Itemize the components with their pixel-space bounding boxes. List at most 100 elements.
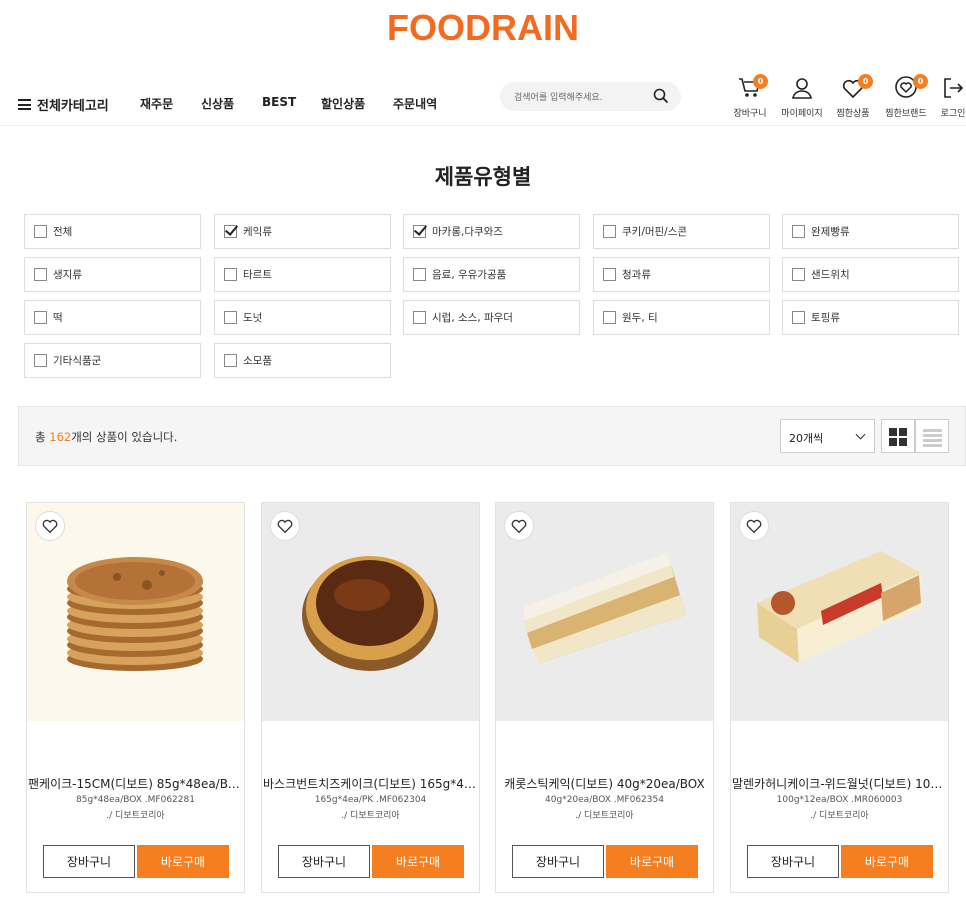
product-name[interactable]: 말렌카허니케이크-위드월넛(디보트) 100g*12ea/BOX: [731, 775, 948, 792]
filter-option[interactable]: 도넛: [214, 300, 391, 335]
checkbox-checked[interactable]: [413, 225, 426, 238]
filter-label: 도넛: [243, 312, 263, 324]
per-page-value: 20개씩: [789, 432, 824, 445]
search-icon[interactable]: [653, 88, 669, 108]
list-icon: [923, 429, 942, 449]
filter-label: 생지류: [53, 269, 82, 281]
filter-option[interactable]: 타르트: [214, 257, 391, 292]
buy-now-button[interactable]: 바로구매: [606, 845, 698, 878]
nav-best[interactable]: BEST: [262, 95, 296, 109]
header-mypage[interactable]: 마이페이지: [780, 76, 824, 119]
grid-icon: [889, 428, 908, 446]
wishlist-heart-icon[interactable]: [739, 511, 769, 541]
filter-label: 쿠키/머핀/스콘: [622, 226, 688, 238]
mypage-label: 마이페이지: [781, 109, 823, 119]
main-nav: 전체카테고리 재주문 신상품 BEST 할인상품 주문내역 검색어를 입력해주세…: [0, 72, 966, 126]
checkbox[interactable]: [224, 268, 237, 281]
grid-view-button[interactable]: [881, 419, 915, 453]
header-wishlist[interactable]: 0 찜한상품: [834, 74, 873, 119]
checkbox[interactable]: [792, 225, 805, 238]
filter-option[interactable]: 원두, 티: [593, 300, 770, 335]
filter-label: 청과류: [622, 269, 651, 281]
checkbox[interactable]: [413, 268, 426, 281]
product-card[interactable]: 말렌카허니케이크-위드월넛(디보트) 100g*12ea/BOX 100g*12e…: [730, 502, 949, 893]
checkbox[interactable]: [34, 225, 47, 238]
checkbox[interactable]: [224, 311, 237, 324]
product-card[interactable]: 캐롯스틱케익(디보트) 40g*20ea/BOX 40g*20ea/BOX .MF…: [495, 502, 714, 893]
result-count: 162: [49, 430, 72, 444]
checkbox[interactable]: [792, 311, 805, 324]
nav-sale[interactable]: 할인상품: [321, 95, 365, 112]
filter-option[interactable]: 완제빵류: [782, 214, 959, 249]
filter-label: 마카롱,다쿠와즈: [432, 226, 503, 238]
filter-label: 시럽, 소스, 파우더: [432, 312, 513, 324]
filter-option[interactable]: 토핑류: [782, 300, 959, 335]
add-to-cart-button[interactable]: 장바구니: [43, 845, 135, 878]
header-login[interactable]: 로그인: [938, 76, 966, 119]
filter-option[interactable]: 전체: [24, 214, 201, 249]
product-name[interactable]: 캐롯스틱케익(디보트) 40g*20ea/BOX: [496, 775, 713, 792]
filter-option[interactable]: 마카롱,다쿠와즈: [403, 214, 580, 249]
add-to-cart-button[interactable]: 장바구니: [747, 845, 839, 878]
filter-option[interactable]: 음료, 우유가공품: [403, 257, 580, 292]
checkbox[interactable]: [603, 311, 616, 324]
login-icon: [942, 77, 964, 102]
filter-label: 케익류: [243, 226, 272, 238]
filter-option[interactable]: 시럽, 소스, 파우더: [403, 300, 580, 335]
product-brand: ./ 디보트코리아: [106, 811, 165, 821]
checkbox[interactable]: [603, 268, 616, 281]
filter-label: 완제빵류: [811, 226, 850, 238]
buy-now-button[interactable]: 바로구매: [372, 845, 464, 878]
wishlist-heart-icon[interactable]: [504, 511, 534, 541]
filter-option[interactable]: 쿠키/머핀/스콘: [593, 214, 770, 249]
header-cart[interactable]: 0 장바구니: [731, 74, 769, 119]
login-label: 로그인: [940, 109, 966, 119]
logo[interactable]: FOODRAIN: [0, 8, 966, 48]
wishlist-badge: 0: [858, 74, 873, 89]
product-card[interactable]: 바스크번트치즈케이크(디보트) 165g*4ea/PK 165g*4ea/PK .…: [261, 502, 480, 893]
wishlist-heart-icon[interactable]: [270, 511, 300, 541]
filter-option[interactable]: 샌드위치: [782, 257, 959, 292]
add-to-cart-button[interactable]: 장바구니: [278, 845, 370, 878]
product-spec: 165g*4ea/PK .MF062304: [314, 795, 427, 805]
result-summary-bar: 총 162개의 상품이 있습니다. 20개씩: [18, 406, 966, 466]
product-name[interactable]: 팬케이크-15CM(디보트) 85g*48ea/BOX: [27, 775, 244, 792]
buy-now-button[interactable]: 바로구매: [841, 845, 933, 878]
filter-option[interactable]: 케익류: [214, 214, 391, 249]
filter-label: 기타식품군: [53, 355, 102, 367]
product-brand: ./ 디보트코리아: [810, 811, 869, 821]
checkbox[interactable]: [34, 354, 47, 367]
checkbox[interactable]: [603, 225, 616, 238]
fav-brand-badge: 0: [913, 74, 928, 89]
filter-option[interactable]: 소모품: [214, 343, 391, 378]
add-to-cart-button[interactable]: 장바구니: [512, 845, 604, 878]
checkbox[interactable]: [34, 311, 47, 324]
product-brand: ./ 디보트코리아: [575, 811, 634, 821]
checkbox[interactable]: [224, 354, 237, 367]
header-fav-brand[interactable]: 0 찜한브랜드: [883, 74, 929, 119]
chevron-down-icon: [855, 429, 866, 440]
checkbox[interactable]: [792, 268, 805, 281]
nav-reorder[interactable]: 재주문: [140, 95, 173, 112]
list-view-button[interactable]: [915, 419, 949, 453]
cart-badge: 0: [753, 74, 768, 89]
filter-option[interactable]: 떡: [24, 300, 201, 335]
nav-new-products[interactable]: 신상품: [201, 95, 234, 112]
product-card[interactable]: 팬케이크-15CM(디보트) 85g*48ea/BOX 85g*48ea/BOX …: [26, 502, 245, 893]
search-input[interactable]: 검색어를 입력해주세요.: [514, 90, 603, 103]
checkbox[interactable]: [34, 268, 47, 281]
checkbox[interactable]: [413, 311, 426, 324]
per-page-select[interactable]: 20개씩: [780, 419, 875, 453]
category-menu-button[interactable]: 전체카테고리: [18, 95, 109, 114]
filter-option[interactable]: 청과류: [593, 257, 770, 292]
filter-option[interactable]: 기타식품군: [24, 343, 201, 378]
wishlist-heart-icon[interactable]: [35, 511, 65, 541]
filter-option[interactable]: 생지류: [24, 257, 201, 292]
filter-label: 음료, 우유가공품: [432, 269, 507, 281]
checkbox-checked[interactable]: [224, 225, 237, 238]
filter-label: 타르트: [243, 269, 272, 281]
buy-now-button[interactable]: 바로구매: [137, 845, 229, 878]
search-box[interactable]: 검색어를 입력해주세요.: [500, 82, 681, 111]
product-name[interactable]: 바스크번트치즈케이크(디보트) 165g*4ea/PK: [262, 775, 479, 792]
nav-order-history[interactable]: 주문내역: [393, 95, 437, 112]
